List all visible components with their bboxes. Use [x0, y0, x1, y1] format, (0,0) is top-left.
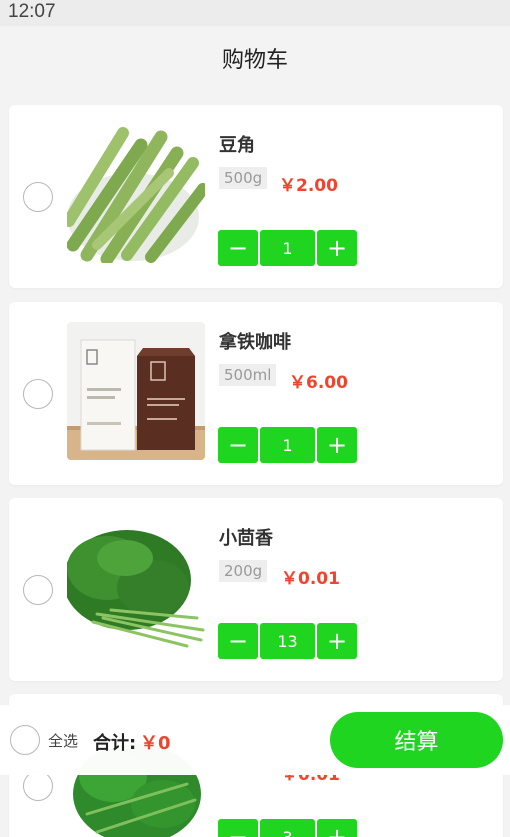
status-time: 12:07 [8, 1, 56, 22]
total-label: 合计: [93, 733, 137, 754]
item-spec: 200g [219, 560, 268, 582]
quantity-stepper: − 13 + [218, 623, 357, 659]
increase-button[interactable]: + [317, 623, 357, 659]
quantity-stepper: − 1 + [218, 230, 357, 266]
quantity-value[interactable]: 13 [260, 623, 315, 659]
item-select-radio[interactable] [23, 771, 53, 801]
item-price: ￥0.01 [281, 569, 340, 589]
cart-item: 小茴香 200g ￥0.01 − 13 + [9, 498, 503, 681]
green-beans-image [67, 125, 205, 263]
quantity-value[interactable]: 1 [260, 427, 315, 463]
item-select-radio[interactable] [23, 379, 53, 409]
checkout-bar: 全选 合计: ￥0 结算 [0, 705, 510, 775]
increase-button[interactable]: + [317, 230, 357, 266]
item-select-radio[interactable] [23, 182, 53, 212]
header: 购物车 [0, 26, 510, 96]
checkout-button[interactable]: 结算 [330, 712, 503, 768]
increase-button[interactable]: + [317, 819, 357, 837]
item-price: ￥6.00 [289, 373, 348, 393]
select-all-radio[interactable] [10, 725, 40, 755]
decrease-button[interactable]: − [218, 623, 258, 659]
total-value: ￥0 [140, 733, 171, 754]
fennel-image [67, 518, 205, 656]
item-spec: 500ml [219, 364, 277, 386]
quantity-stepper: − 3 + [218, 819, 357, 837]
decrease-button[interactable]: − [218, 819, 258, 837]
latte-coffee-image [67, 322, 205, 460]
decrease-button[interactable]: − [218, 427, 258, 463]
quantity-stepper: − 1 + [218, 427, 357, 463]
page-title: 购物车 [221, 48, 288, 73]
status-bar: 12:07 [0, 0, 510, 26]
item-name: 豆角 [219, 135, 255, 156]
item-select-radio[interactable] [23, 575, 53, 605]
decrease-button[interactable]: − [218, 230, 258, 266]
cart-item: 豆角 500g ￥2.00 − 1 + [9, 105, 503, 288]
item-spec: 500g [219, 167, 268, 189]
cart-item: 拿铁咖啡 500ml ￥6.00 − 1 + [9, 302, 503, 485]
select-all-label[interactable]: 全选 [48, 730, 78, 751]
quantity-value[interactable]: 1 [260, 230, 315, 266]
item-name: 拿铁咖啡 [219, 332, 291, 353]
quantity-value[interactable]: 3 [260, 819, 315, 837]
increase-button[interactable]: + [317, 427, 357, 463]
item-name: 小茴香 [219, 528, 273, 549]
item-price: ￥2.00 [279, 176, 338, 196]
